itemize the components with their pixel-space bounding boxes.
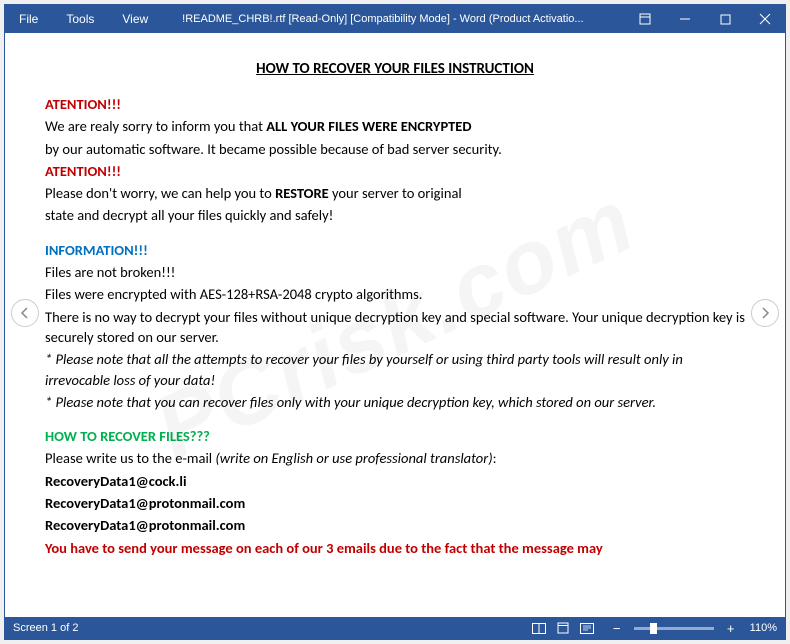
email-address: RecoveryData1@protonmail.com [45, 515, 745, 535]
maximize-button[interactable] [705, 5, 745, 33]
text-span: your server to original [329, 184, 462, 202]
attention-label: ATENTION!!! [45, 94, 745, 114]
page-indicator[interactable]: Screen 1 of 2 [13, 622, 528, 634]
menu-file[interactable]: File [5, 5, 52, 33]
zoom-level[interactable]: 110% [750, 622, 777, 634]
doc-text: Files were encrypted with AES-128+RSA-20… [45, 284, 745, 304]
text-span: We are realy sorry to inform you that [45, 117, 266, 135]
email-address: RecoveryData1@cock.li [45, 471, 745, 491]
doc-heading: HOW TO RECOVER YOUR FILES INSTRUCTION [45, 59, 745, 80]
document-page: HOW TO RECOVER YOUR FILES INSTRUCTION AT… [5, 33, 785, 580]
text-span: Please don't worry, we can help you to [45, 184, 275, 202]
menu-bar: File Tools View [5, 5, 162, 33]
zoom-out-button[interactable]: − [610, 621, 624, 636]
attention-label: ATENTION!!! [45, 161, 745, 181]
status-right: − + 110% [528, 619, 777, 637]
next-page-button[interactable] [751, 299, 779, 327]
text-span: : [493, 449, 497, 467]
information-label: INFORMATION!!! [45, 240, 745, 260]
email-address: RecoveryData1@protonmail.com [45, 493, 745, 513]
statusbar: Screen 1 of 2 − + 110% [5, 617, 785, 639]
window-controls [625, 5, 785, 33]
window-title: !README_CHRB!.rtf [Read-Only] [Compatibi… [162, 13, 625, 25]
doc-text: There is no way to decrypt your files wi… [45, 307, 745, 348]
menu-view[interactable]: View [108, 5, 162, 33]
read-mode-button[interactable] [528, 619, 550, 637]
text-span-bold: ALL YOUR FILES WERE ENCRYPTED [266, 117, 471, 135]
doc-text: state and decrypt all your files quickly… [45, 205, 745, 225]
web-layout-button[interactable] [576, 619, 598, 637]
doc-note: * Please note that all the attempts to r… [45, 349, 745, 390]
document-area: PCrisk.com HOW TO RECOVER YOUR FILES INS… [5, 33, 785, 617]
zoom-slider[interactable] [634, 627, 714, 630]
zoom-in-button[interactable]: + [724, 621, 738, 636]
doc-text: Files are not broken!!! [45, 262, 745, 282]
ribbon-display-button[interactable] [625, 5, 665, 33]
close-button[interactable] [745, 5, 785, 33]
word-window: File Tools View !README_CHRB!.rtf [Read-… [4, 4, 786, 640]
print-layout-button[interactable] [552, 619, 574, 637]
view-buttons [528, 619, 598, 637]
text-span: Please write us to the e-mail [45, 449, 215, 467]
doc-note: * Please note that you can recover files… [45, 392, 745, 412]
doc-text: by our automatic software. It became pos… [45, 139, 745, 159]
doc-text: Please don't worry, we can help you to R… [45, 183, 745, 203]
doc-text: We are realy sorry to inform you that AL… [45, 116, 745, 136]
minimize-button[interactable] [665, 5, 705, 33]
warning-text: You have to send your message on each of… [45, 538, 745, 558]
prev-page-button[interactable] [11, 299, 39, 327]
recover-label: HOW TO RECOVER FILES??? [45, 426, 745, 446]
text-span-italic: (write on English or use professional tr… [215, 449, 492, 467]
menu-tools[interactable]: Tools [52, 5, 108, 33]
zoom-thumb[interactable] [650, 623, 657, 634]
titlebar: File Tools View !README_CHRB!.rtf [Read-… [5, 5, 785, 33]
text-span-bold: RESTORE [275, 184, 329, 202]
doc-text: Please write us to the e-mail (write on … [45, 448, 745, 468]
